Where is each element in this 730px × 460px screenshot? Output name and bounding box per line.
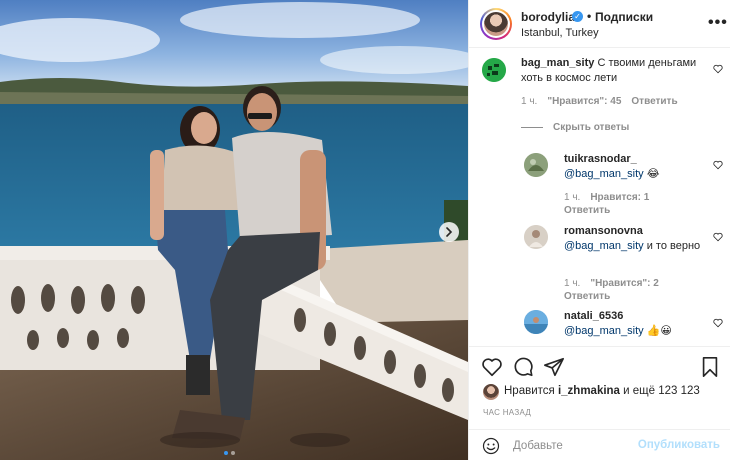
comment-icon[interactable] <box>512 356 534 378</box>
reply-body: romansonovna @bag_man_sity и то верно <box>564 224 704 254</box>
post-timestamp[interactable]: ЧАС НАЗАД <box>483 408 531 417</box>
following-button[interactable]: Подписки <box>595 10 653 24</box>
next-arrow-icon <box>446 227 453 237</box>
hide-replies-label: Скрыть ответы <box>553 122 630 133</box>
hide-replies-button[interactable]: Скрыть ответы <box>521 122 629 133</box>
reply-mention[interactable]: @bag_man_sity <box>564 168 644 180</box>
comment-time[interactable]: 1 ч. <box>521 96 537 107</box>
reply-avatar[interactable] <box>524 310 548 334</box>
post-side-panel: borodylia ✓ • Подписки Istanbul, Turkey … <box>468 0 730 460</box>
header-separator: • <box>587 9 592 23</box>
verified-badge-icon: ✓ <box>572 11 583 22</box>
reply-text: 😂 <box>646 168 660 180</box>
reply-body: natali_6536 @bag_man_sity 👍😀 <box>564 309 704 339</box>
photo-scene <box>0 0 468 460</box>
heart-icon[interactable] <box>481 356 503 378</box>
comment-meta: 1 ч. "Нравится": 45 Ответить <box>521 96 688 107</box>
comment-body: bag_man_sity С твоими деньгами хоть в ко… <box>521 56 705 86</box>
reply-like-heart-icon[interactable] <box>713 160 723 170</box>
likes-suffix[interactable]: и ещё 123 123 <box>623 385 700 397</box>
reply-mention[interactable]: @bag_man_sity <box>564 240 644 252</box>
liker-avatar[interactable] <box>483 384 499 400</box>
reply-likes[interactable]: "Нравится": 2 <box>590 278 659 289</box>
reply-like-heart-icon[interactable] <box>713 318 723 328</box>
share-icon[interactable] <box>543 356 565 378</box>
reply-username[interactable]: natali_6536 <box>564 310 623 322</box>
reply-avatar[interactable] <box>524 225 548 249</box>
reply-mention[interactable]: @bag_man_sity <box>564 325 644 337</box>
reply-likes[interactable]: Нравится: 1 <box>590 192 649 203</box>
reply-reply-button[interactable]: Ответить <box>564 291 610 302</box>
comment-reply-button[interactable]: Ответить <box>631 96 677 107</box>
reply-username[interactable]: tuikrasnodar_ <box>564 153 637 165</box>
next-photo-button[interactable] <box>439 222 459 242</box>
comment-avatar[interactable] <box>482 58 506 82</box>
reply-username[interactable]: romansonovna <box>564 225 643 237</box>
more-options-icon[interactable]: ••• <box>708 14 728 32</box>
reply-time[interactable]: 1 ч. <box>564 192 580 203</box>
author-username[interactable]: borodylia <box>521 10 575 24</box>
comment-likes[interactable]: "Нравится": 45 <box>547 96 621 107</box>
comment-username[interactable]: bag_man_sity <box>521 57 594 69</box>
likes-prefix: Нравится <box>504 385 555 397</box>
reply-meta: 1 ч. "Нравится": 2 Ответить <box>564 278 669 302</box>
comment-like-heart-icon[interactable] <box>713 64 723 74</box>
reply-avatar[interactable] <box>524 153 548 177</box>
author-avatar[interactable] <box>480 8 512 40</box>
publish-button[interactable]: Опубликовать <box>638 439 720 451</box>
carousel-indicator <box>224 451 235 455</box>
reply-text: 👍😀 <box>646 325 672 337</box>
post-header: borodylia ✓ • Подписки Istanbul, Turkey … <box>469 0 730 48</box>
comment-input[interactable] <box>513 436 643 456</box>
reply-text: и то верно <box>646 240 701 252</box>
reply-like-heart-icon[interactable] <box>713 232 723 242</box>
comments-list[interactable]: bag_man_sity С твоими деньгами хоть в ко… <box>469 48 730 346</box>
emoji-icon[interactable] <box>482 437 500 455</box>
bookmark-icon[interactable] <box>699 356 721 378</box>
post-location[interactable]: Istanbul, Turkey <box>521 27 599 39</box>
add-comment-bar: Опубликовать <box>469 429 730 460</box>
post-actions: Нравится i_zhmakina и ещё 123 123 ЧАС НА… <box>469 346 730 460</box>
post-photo[interactable] <box>0 0 468 460</box>
carousel-dot <box>231 451 235 455</box>
reply-meta: 1 ч. Нравится: 1 Ответить <box>564 192 659 216</box>
reply-time[interactable]: 1 ч. <box>564 278 580 289</box>
likes-summary: Нравится i_zhmakina и ещё 123 123 <box>504 385 700 397</box>
reply-body: tuikrasnodar_ @bag_man_sity 😂 <box>564 152 704 182</box>
likes-user[interactable]: i_zhmakina <box>558 385 620 397</box>
reply-reply-button[interactable]: Ответить <box>564 205 610 216</box>
carousel-dot-active <box>224 451 228 455</box>
